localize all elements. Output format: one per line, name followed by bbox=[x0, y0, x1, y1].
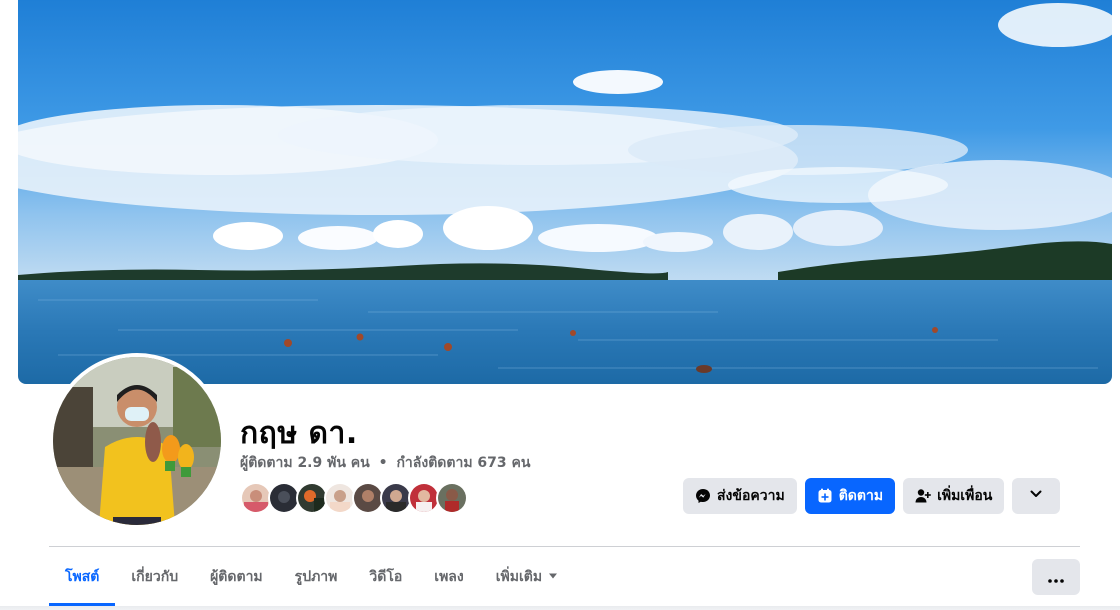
mutual-faces[interactable] bbox=[240, 482, 468, 514]
caret-down-icon bbox=[548, 572, 558, 583]
tab-photos[interactable]: รูปภาพ bbox=[279, 548, 354, 606]
tab-label: เกี่ยวกับ bbox=[131, 569, 179, 585]
message-button-label: ส่งข้อความ bbox=[717, 488, 785, 504]
profile-stats: ผู้ติดตาม 2.9 พัน คน • กำลังติดตาม 673 ค… bbox=[240, 452, 530, 474]
tab-about[interactable]: เกี่ยวกับ bbox=[115, 548, 194, 606]
more-dots-icon bbox=[1048, 568, 1064, 587]
profile-picture[interactable] bbox=[49, 353, 225, 529]
cover-photo[interactable] bbox=[18, 0, 1112, 384]
profile-divider bbox=[49, 546, 1080, 547]
tab-label: รูปภาพ bbox=[294, 569, 338, 585]
message-button[interactable]: ส่งข้อความ bbox=[683, 478, 797, 514]
more-options-button[interactable] bbox=[1032, 559, 1080, 595]
tab-followers[interactable]: ผู้ติดตาม bbox=[194, 548, 279, 606]
profile-actions: ส่งข้อความ ติดตาม เพิ่มเพื่อน bbox=[683, 478, 1061, 514]
expand-button[interactable] bbox=[1012, 478, 1061, 514]
followers-count[interactable]: ผู้ติดตาม 2.9 พัน คน bbox=[240, 455, 370, 471]
friend-avatar[interactable] bbox=[436, 482, 468, 514]
tab-music[interactable]: เพลง bbox=[418, 548, 479, 606]
follow-button-label: ติดตาม bbox=[838, 488, 884, 504]
tab-label: เพิ่มเติม bbox=[495, 569, 543, 585]
following-count[interactable]: กำลังติดตาม 673 คน bbox=[396, 455, 530, 471]
tab-label: ผู้ติดตาม bbox=[210, 569, 263, 585]
profile-tabs: โพสต์ เกี่ยวกับ ผู้ติดตาม รูปภาพ วิดีโอ … bbox=[49, 548, 574, 606]
tab-label: โพสต์ bbox=[65, 569, 100, 585]
chevron-down-icon bbox=[1029, 487, 1043, 505]
section-bottom-edge bbox=[0, 606, 1120, 610]
messenger-icon bbox=[695, 488, 711, 504]
add-friend-button-label: เพิ่มเพื่อน bbox=[937, 488, 993, 504]
follow-button[interactable]: ติดตาม bbox=[804, 478, 896, 514]
tab-label: วิดีโอ bbox=[369, 569, 403, 585]
tab-videos[interactable]: วิดีโอ bbox=[353, 548, 418, 606]
tab-label: เพลง bbox=[434, 569, 464, 585]
tab-posts[interactable]: โพสต์ bbox=[49, 548, 116, 606]
profile-page: กฤษ ดา. ผู้ติดตาม 2.9 พัน คน • กำลังติดต… bbox=[0, 0, 1120, 610]
follow-icon bbox=[817, 488, 833, 504]
profile-photo bbox=[53, 357, 221, 525]
profile-name: กฤษ ดา. bbox=[240, 416, 358, 451]
tab-more[interactable]: เพิ่มเติม bbox=[480, 548, 574, 606]
add-friend-button[interactable]: เพิ่มเพื่อน bbox=[903, 478, 1005, 514]
stats-separator: • bbox=[378, 455, 388, 471]
add-friend-icon bbox=[915, 488, 931, 504]
